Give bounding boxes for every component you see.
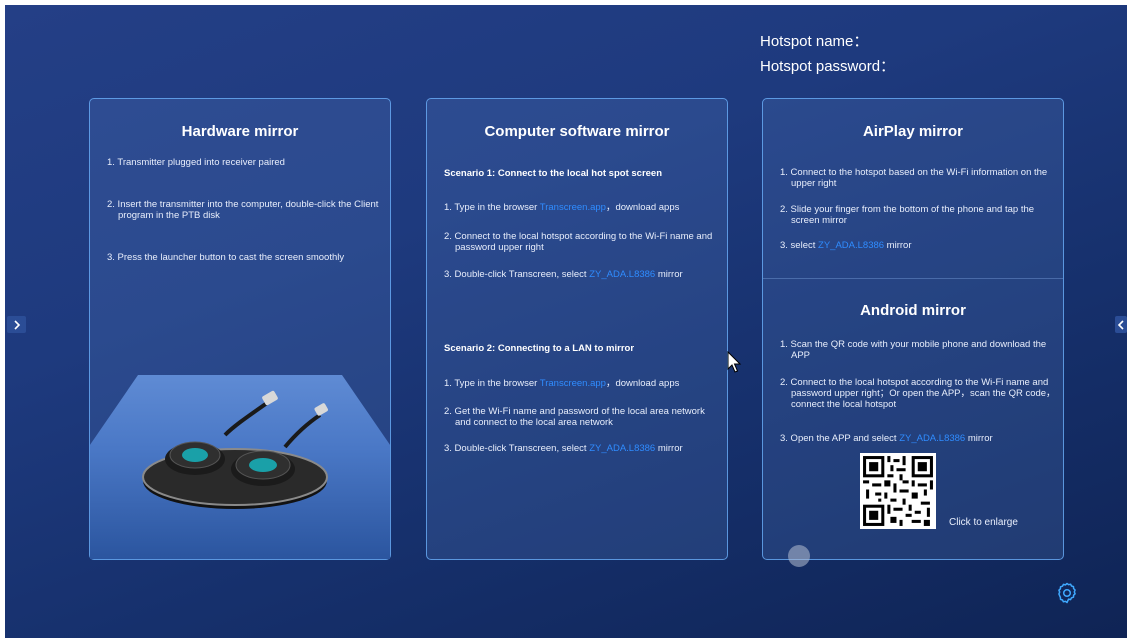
device-id-link[interactable]: ZY_ADA.L8386: [818, 240, 884, 251]
next-page-button[interactable]: [1115, 316, 1127, 333]
chevron-left-icon: [1117, 319, 1124, 330]
device-id-link[interactable]: ZY_ADA.L8386: [589, 269, 655, 280]
scenario-2-step-2: 2. Get the Wi-Fi name and password of th…: [444, 406, 705, 428]
device-id-link[interactable]: ZY_ADA.L8386: [589, 443, 655, 454]
hardware-step-3: 3. Press the launcher button to cast the…: [107, 252, 345, 263]
floating-dot-button[interactable]: [788, 545, 810, 567]
hardware-step-1: 1. Transmitter plugged into receiver pai…: [107, 157, 285, 168]
hotspot-info: Hotspot name： Hotspot password：: [760, 29, 895, 79]
mouse-cursor-icon: [727, 351, 742, 373]
airplay-step-1: 1. Connect to the hotspot based on the W…: [780, 167, 1048, 189]
transcreen-link[interactable]: Transcreen.app: [540, 202, 606, 213]
prev-page-button[interactable]: [7, 316, 26, 333]
transcreen-link[interactable]: Transcreen.app: [540, 378, 606, 389]
mirroring-home-screen: Hotspot name： Hotspot password： Hardware…: [5, 5, 1127, 638]
scenario-1-step-3: 3. Double-click Transcreen, select ZY_AD…: [444, 269, 683, 280]
panel-title: Computer software mirror: [484, 123, 670, 140]
device-id-link[interactable]: ZY_ADA.L8386: [899, 433, 965, 444]
chevron-right-icon: [13, 319, 20, 330]
android-title: Android mirror: [860, 302, 966, 319]
airplay-step-2: 2. Slide your finger from the bottom of …: [780, 204, 1035, 226]
android-step-2: 2. Connect to the local hotspot accordin…: [780, 377, 1056, 410]
computer-software-mirror-panel[interactable]: Computer software mirror Scenario 1: Con…: [426, 98, 728, 560]
scenario-2-step-3: 3. Double-click Transcreen, select ZY_AD…: [444, 443, 683, 454]
android-step-1: 1. Scan the QR code with your mobile pho…: [780, 339, 1047, 361]
android-step-3: 3. Open the APP and select ZY_ADA.L8386 …: [780, 433, 993, 444]
panel-title: Hardware mirror: [181, 123, 299, 140]
scenario-2-step-1: 1. Type in the browser Transcreen.app，do…: [444, 378, 680, 389]
hardware-mirror-panel[interactable]: Hardware mirror 1. Transmitter plugged i…: [89, 98, 391, 560]
click-to-enlarge-label[interactable]: Click to enlarge: [949, 517, 1018, 528]
hotspot-password-label: Hotspot password：: [760, 58, 896, 75]
airplay-android-mirror-panel[interactable]: AirPlay mirror 1. Connect to the hotspot…: [762, 98, 1064, 560]
airplay-title: AirPlay mirror: [862, 123, 964, 140]
section-divider: [763, 278, 1063, 279]
hardware-step-2: 2. Insert the transmitter into the compu…: [107, 199, 379, 221]
scenario-1-step-1: 1. Type in the browser Transcreen.app，do…: [444, 202, 680, 213]
hotspot-name-label: Hotspot name：: [760, 33, 869, 50]
wireless-transmitter-device-image: [142, 390, 328, 509]
airplay-step-3: 3. select ZY_ADA.L8386 mirror: [780, 240, 912, 251]
gear-icon[interactable]: [1055, 581, 1079, 605]
scenario-1-heading: Scenario 1: Connect to the local hot spo…: [444, 168, 663, 179]
qr-code[interactable]: [860, 453, 936, 529]
scenario-2-heading: Scenario 2: Connecting to a LAN to mirro…: [444, 343, 635, 354]
scenario-1-step-2: 2. Connect to the local hotspot accordin…: [444, 231, 713, 253]
